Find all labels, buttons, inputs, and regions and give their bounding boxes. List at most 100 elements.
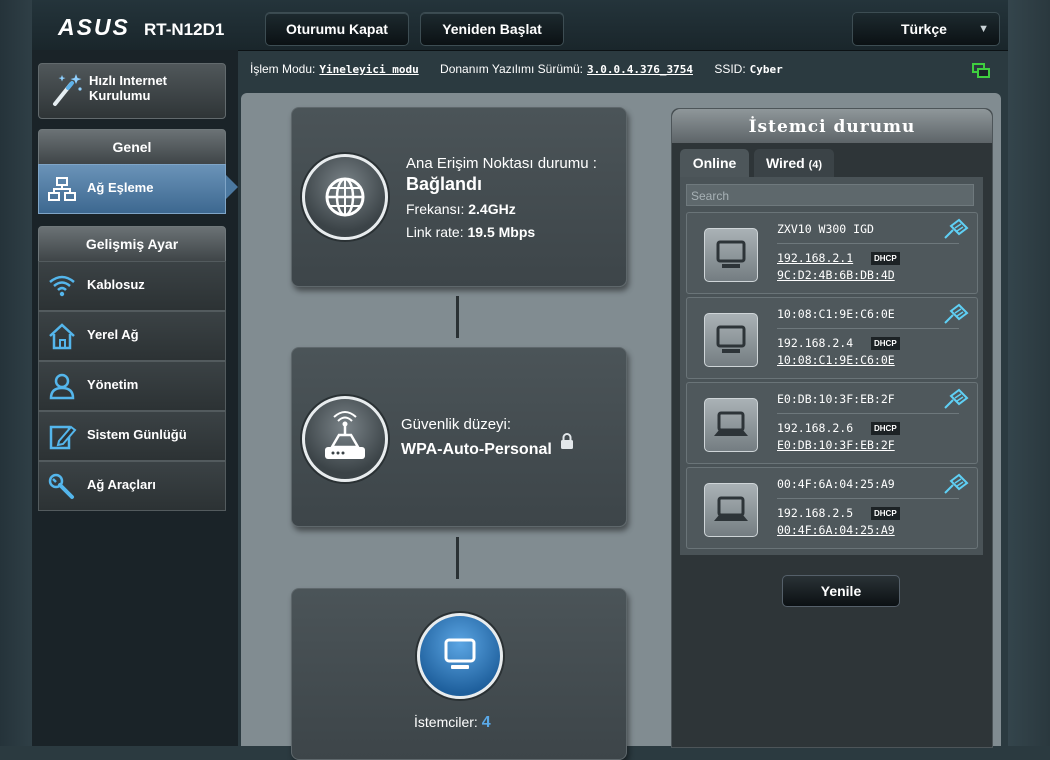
router-icon (325, 411, 365, 459)
security-card[interactable]: Güvenlik düzeyi: WPA-Auto-Personal (291, 347, 627, 527)
client-device-icon (704, 313, 758, 367)
network-map-icon (48, 177, 76, 201)
sidebar-item-system-log[interactable]: Sistem Günlüğü (38, 411, 226, 461)
tab-wired-count: (4) (808, 159, 823, 171)
clients-count-row: İstemciler: 4 (414, 714, 491, 732)
frequency-label: Frekansı: (406, 201, 465, 217)
search-input[interactable]: Search (686, 184, 974, 206)
client-mac-link[interactable]: 00:4F:6A:04:25:A9 (777, 523, 895, 537)
quick-setup-label: Hızlı Internet Kurulumu (89, 73, 168, 103)
client-ip: 192.168.2.5 (777, 506, 854, 520)
desktop-icon (716, 240, 746, 268)
wired-connection-icon[interactable] (941, 301, 971, 327)
section-advanced-header: Gelişmiş Ayar (38, 226, 226, 262)
client-mac-link[interactable]: E0:DB:10:3F:EB:2F (777, 438, 895, 452)
sidebar-item-label: Yönetim (87, 377, 139, 392)
client-entry[interactable]: E0:DB:10:3F:EB:2F 192.168.2.6 DHCP E0:DB… (686, 382, 978, 464)
sidebar-item-label: Kablosuz (87, 277, 145, 292)
desktop-icon (716, 325, 746, 353)
client-divider (777, 243, 959, 244)
tab-wired-label: Wired (765, 155, 805, 171)
client-mac-link[interactable]: 9C:D2:4B:6B:DB:4D (777, 268, 895, 282)
client-device-icon (704, 483, 758, 537)
tools-icon (48, 473, 74, 499)
ap-status-title: Ana Erişim Noktası durumu : (406, 155, 597, 172)
lock-icon (561, 433, 573, 449)
client-name: ZXV10 W300 IGD (777, 222, 874, 236)
clients-card[interactable]: İstemciler: 4 (291, 588, 627, 760)
client-name: 00:4F:6A:04:25:A9 (777, 477, 895, 491)
laptop-icon (714, 496, 748, 521)
client-divider (777, 328, 959, 329)
dhcp-badge: DHCP (871, 422, 900, 435)
sidebar-item-network-tools[interactable]: Ağ Araçları (38, 461, 226, 511)
monitor-icon (444, 638, 476, 669)
sidebar-item-lan[interactable]: Yerel Ağ (38, 311, 226, 361)
client-entry[interactable]: 10:08:C1:9E:C6:0E 192.168.2.4 DHCP 10:08… (686, 297, 978, 379)
connector-line (456, 537, 459, 579)
ap-status-card[interactable]: Ana Erişim Noktası durumu : Bağlandı Fre… (291, 107, 627, 287)
link-rate-row: Link rate: 19.5 Mbps (406, 224, 535, 240)
ap-circle (302, 154, 388, 240)
client-divider (777, 498, 959, 499)
refresh-button[interactable]: Yenile (782, 575, 900, 607)
wired-connection-icon[interactable] (941, 216, 971, 242)
client-entry[interactable]: 00:4F:6A:04:25:A9 192.168.2.5 DHCP 00:4F… (686, 467, 978, 549)
page-left-margin (0, 0, 32, 746)
link-rate-value: 19.5 Mbps (467, 224, 536, 240)
wired-connection-icon[interactable] (941, 471, 971, 497)
tab-online[interactable]: Online (680, 149, 749, 177)
client-ip: 192.168.2.4 (777, 336, 854, 350)
operation-mode-label: İşlem Modu: (250, 62, 316, 76)
quick-setup-button[interactable]: Hızlı Internet Kurulumu (38, 63, 226, 119)
client-status-panel: İstemci durumu Online Wired (4) Search Z… (671, 108, 993, 748)
page-right-margin (1008, 0, 1050, 746)
link-rate-label: Link rate: (406, 224, 464, 240)
sidebar-item-wireless[interactable]: Kablosuz (38, 261, 226, 311)
router-circle (302, 396, 388, 482)
dhcp-badge: DHCP (871, 337, 900, 350)
home-icon (49, 323, 75, 350)
client-name: E0:DB:10:3F:EB:2F (777, 392, 895, 406)
network-status-icon[interactable] (972, 63, 990, 79)
client-divider (777, 413, 959, 414)
wired-connection-icon[interactable] (941, 386, 971, 412)
language-select[interactable]: Türkçe ▼ (852, 12, 1000, 46)
active-indicator-arrow (226, 175, 238, 199)
sidebar-item-network-map[interactable]: Ağ Eşleme (38, 164, 238, 214)
top-header: ASUS RT-N12D1 Oturumu Kapat Yeniden Başl… (32, 0, 1008, 51)
sidebar-item-label: Yerel Ağ (87, 327, 139, 342)
clients-count: 4 (481, 714, 491, 731)
ssid-value: Cyber (749, 63, 783, 76)
sidebar-item-label: Ağ Eşleme (87, 180, 154, 195)
model-name: RT-N12D1 (144, 20, 225, 39)
chevron-down-icon: ▼ (978, 23, 989, 35)
ap-status-value: Bağlandı (406, 174, 483, 194)
client-list: Search ZXV10 W300 IGD 192.168.2.1 DHCP 9… (680, 177, 983, 555)
frequency-value: 2.4GHz (468, 201, 516, 217)
wifi-icon (49, 275, 75, 297)
tab-wired[interactable]: Wired (4) (754, 149, 834, 177)
client-name: 10:08:C1:9E:C6:0E (777, 307, 895, 321)
frequency-row: Frekansı: 2.4GHz (406, 201, 516, 217)
dhcp-badge: DHCP (871, 252, 900, 265)
client-ip-link[interactable]: 192.168.2.1 (777, 251, 853, 265)
firmware-version-link[interactable]: 3.0.0.4.376_3754 (587, 63, 693, 76)
client-ip: 192.168.2.6 (777, 421, 854, 435)
client-mac-link[interactable]: 10:08:C1:9E:C6:0E (777, 353, 895, 367)
firmware-label: Donanım Yazılımı Sürümü: (440, 62, 583, 76)
laptop-icon (714, 411, 748, 436)
reboot-button[interactable]: Yeniden Başlat (420, 12, 564, 46)
log-edit-icon (49, 425, 77, 450)
admin-user-icon (49, 373, 75, 400)
clients-label: İstemciler: (414, 714, 478, 730)
globe-icon (325, 177, 365, 217)
dhcp-badge: DHCP (871, 507, 900, 520)
client-entry[interactable]: ZXV10 W300 IGD 192.168.2.1 DHCP 9C:D2:4B… (686, 212, 978, 294)
sidebar-item-administration[interactable]: Yönetim (38, 361, 226, 411)
asus-logo: ASUS (58, 14, 130, 40)
sidebar: Hızlı Internet Kurulumu Genel Ağ Eşleme … (32, 50, 238, 746)
operation-mode-link[interactable]: Yineleyici modu (319, 63, 418, 76)
logout-button[interactable]: Oturumu Kapat (265, 12, 409, 46)
client-panel-title: İstemci durumu (672, 109, 992, 143)
